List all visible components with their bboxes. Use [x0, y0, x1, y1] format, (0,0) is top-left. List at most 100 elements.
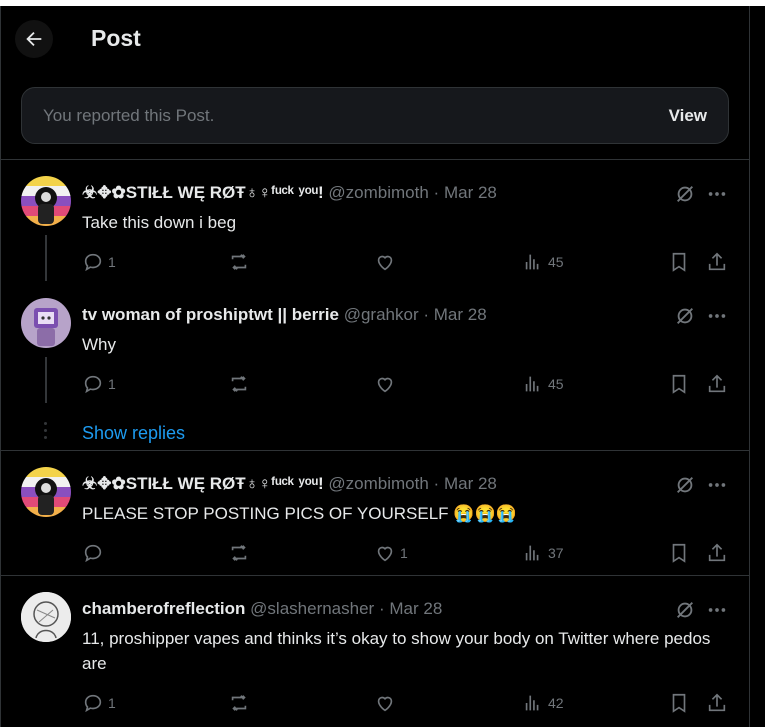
- repost-icon: [231, 376, 247, 392]
- reply-icon: [84, 694, 102, 713]
- thread-dots: [44, 422, 47, 443]
- post[interactable]: tv woman of proshiptwt || berrie @grahko…: [1, 281, 749, 456]
- reply-button[interactable]: 1: [82, 691, 116, 715]
- post-header: tv woman of proshiptwt || berrie @grahko…: [82, 305, 487, 329]
- bookmark-button[interactable]: [668, 691, 690, 715]
- thread-line: [45, 357, 47, 403]
- reply-icon: [84, 375, 102, 394]
- share-button[interactable]: [706, 372, 728, 396]
- heart-icon: [377, 255, 393, 271]
- action-bar: 1 45: [82, 372, 737, 396]
- reply-button[interactable]: 1: [82, 372, 116, 396]
- repost-button[interactable]: [228, 691, 250, 715]
- username[interactable]: @slashernasher: [250, 599, 374, 618]
- show-replies-link[interactable]: Show replies: [82, 423, 185, 444]
- view-count: 42: [548, 695, 564, 711]
- more-icon[interactable]: [706, 183, 728, 205]
- views-icon: [525, 254, 539, 270]
- reply-button[interactable]: 1: [82, 250, 116, 274]
- share-button[interactable]: [706, 541, 728, 565]
- share-icon: [708, 374, 726, 393]
- post-date[interactable]: Mar 28: [389, 599, 442, 618]
- post-text: Why: [82, 335, 116, 354]
- repost-button[interactable]: [228, 541, 250, 565]
- reply-count: 1: [108, 376, 116, 392]
- share-button[interactable]: [706, 250, 728, 274]
- grok-icon[interactable]: [674, 183, 696, 205]
- separator: ·: [423, 305, 430, 324]
- bookmark-button[interactable]: [668, 541, 690, 565]
- header: Post: [1, 6, 749, 72]
- share-icon: [708, 252, 726, 271]
- grok-icon[interactable]: [674, 599, 696, 621]
- back-button[interactable]: [15, 20, 53, 58]
- post-date[interactable]: Mar 28: [444, 183, 497, 202]
- reply-count: 1: [108, 695, 116, 711]
- thread-line: [45, 235, 47, 281]
- post-header: ☣✥✿STIŁŁ WĘ RØŦ♁♀ᶠᵘᶜᵏ ʸᵒᵘ! @zombimoth · …: [82, 183, 497, 207]
- views-icon: [525, 695, 539, 711]
- reply-icon: [84, 253, 102, 272]
- heart-icon: [377, 696, 393, 712]
- like-count: 1: [400, 545, 408, 561]
- grok-icon[interactable]: [674, 305, 696, 327]
- views-button[interactable]: 45: [522, 250, 564, 274]
- avatar[interactable]: [21, 298, 71, 348]
- username[interactable]: @zombimoth: [328, 474, 428, 493]
- username[interactable]: @zombimoth: [328, 183, 428, 202]
- more-icon[interactable]: [706, 305, 728, 327]
- views-button[interactable]: 42: [522, 691, 564, 715]
- post-header: chamberofreflection @slashernasher · Mar…: [82, 599, 442, 623]
- display-name[interactable]: chamberofreflection: [82, 599, 245, 618]
- separator: ·: [378, 599, 385, 618]
- post[interactable]: chamberofreflection @slashernasher · Mar…: [1, 575, 749, 727]
- post-text: PLEASE STOP POSTING PICS OF YOURSELF 😭😭😭: [82, 504, 517, 523]
- post-page: Post You reported this Post. View ☣✥✿STI…: [0, 6, 750, 727]
- display-name[interactable]: ☣✥✿STIŁŁ WĘ RØŦ♁♀ᶠᵘᶜᵏ ʸᵒᵘ!: [82, 183, 324, 202]
- view-count: 37: [548, 545, 564, 561]
- share-icon: [708, 693, 726, 712]
- more-icon[interactable]: [706, 599, 728, 621]
- repost-icon: [231, 695, 247, 711]
- more-icon[interactable]: [706, 474, 728, 496]
- notice-text: You reported this Post.: [43, 106, 215, 125]
- like-button[interactable]: [374, 372, 400, 396]
- post-date[interactable]: Mar 28: [444, 474, 497, 493]
- post[interactable]: ☣✥✿STIŁŁ WĘ RØŦ♁♀ᶠᵘᶜᵏ ʸᵒᵘ! @zombimoth · …: [1, 159, 749, 281]
- share-button[interactable]: [706, 691, 728, 715]
- like-button[interactable]: 1: [374, 541, 408, 565]
- display-name[interactable]: tv woman of proshiptwt || berrie: [82, 305, 339, 324]
- reply-icon: [84, 544, 102, 563]
- repost-button[interactable]: [228, 372, 250, 396]
- separator: ·: [433, 183, 440, 202]
- heart-icon: [377, 377, 393, 393]
- like-button[interactable]: [374, 250, 400, 274]
- username[interactable]: @grahkor: [344, 305, 419, 324]
- view-button[interactable]: View: [669, 106, 707, 126]
- like-button[interactable]: [374, 691, 400, 715]
- grok-icon[interactable]: [674, 474, 696, 496]
- bookmark-icon: [672, 374, 686, 394]
- views-button[interactable]: 45: [522, 372, 564, 396]
- repost-button[interactable]: [228, 250, 250, 274]
- heart-icon: [377, 546, 393, 562]
- views-icon: [525, 376, 539, 392]
- avatar[interactable]: [21, 467, 71, 517]
- bookmark-button[interactable]: [668, 250, 690, 274]
- separator: ·: [433, 474, 440, 493]
- reply-button[interactable]: [82, 541, 108, 565]
- reply-count: 1: [108, 254, 116, 270]
- post-text: Take this down i beg: [82, 213, 237, 232]
- page-title: Post: [91, 25, 141, 51]
- avatar[interactable]: [21, 176, 71, 226]
- views-button[interactable]: 37: [522, 541, 564, 565]
- post-text: 11, proshipper vapes and thinks it’s oka…: [82, 629, 711, 673]
- post[interactable]: ☣✥✿STIŁŁ WĘ RØŦ♁♀ᶠᵘᶜᵏ ʸᵒᵘ! @zombimoth · …: [1, 450, 749, 575]
- post-date[interactable]: Mar 28: [434, 305, 487, 324]
- share-icon: [708, 543, 726, 562]
- scrollbar[interactable]: [750, 6, 765, 727]
- bookmark-button[interactable]: [668, 372, 690, 396]
- repost-icon: [231, 254, 247, 270]
- avatar[interactable]: [21, 592, 71, 642]
- display-name[interactable]: ☣✥✿STIŁŁ WĘ RØŦ♁♀ᶠᵘᶜᵏ ʸᵒᵘ!: [82, 474, 324, 493]
